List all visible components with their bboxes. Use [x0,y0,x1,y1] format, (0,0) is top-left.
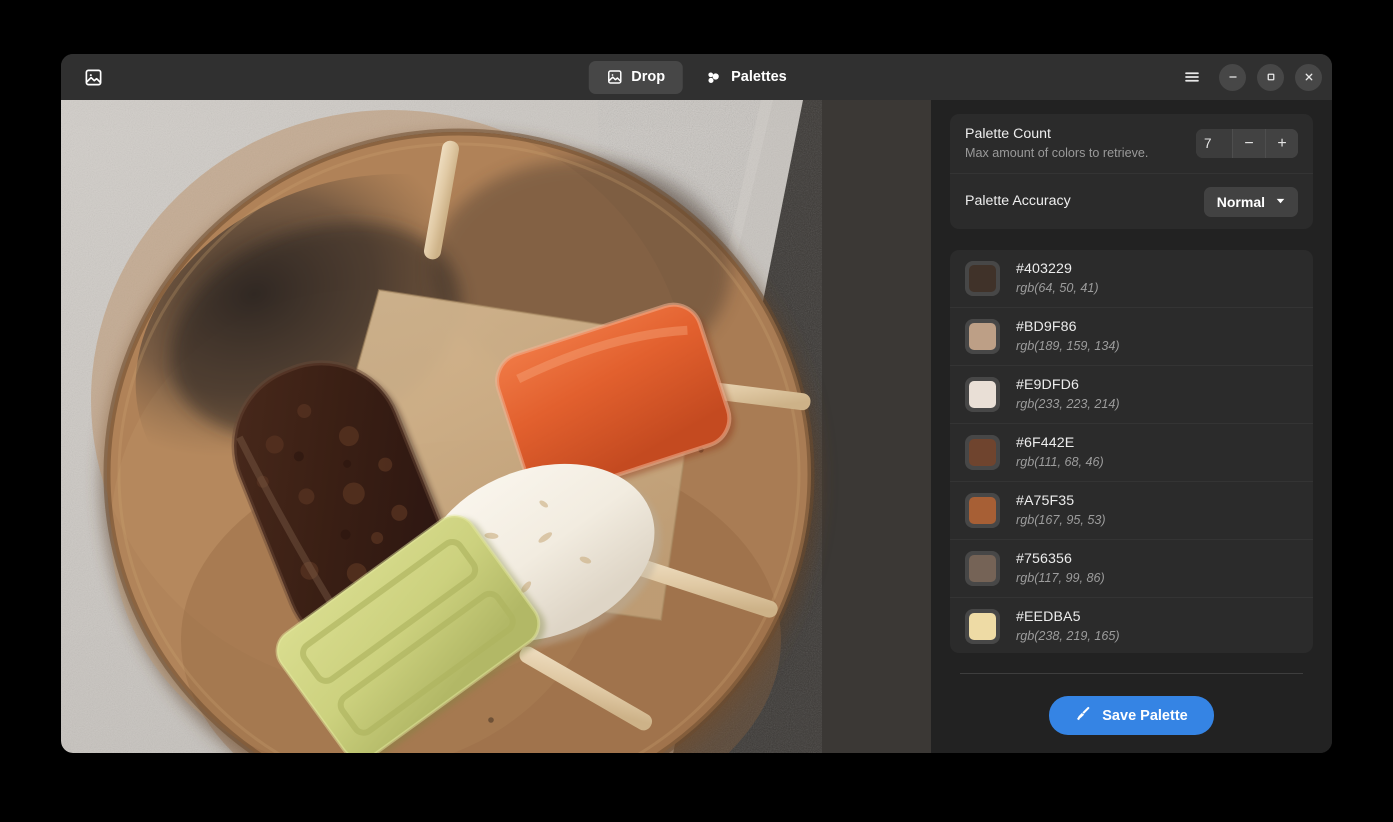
image-icon [606,69,622,85]
color-info: #6F442E rgb(111, 68, 46) [1016,434,1104,471]
save-palette-button[interactable]: Save Palette [1049,696,1214,735]
minimize-button[interactable] [1219,63,1246,91]
color-swatch-ring [965,434,1000,470]
color-row[interactable]: #403229 rgb(64, 50, 41) [950,250,1313,307]
color-swatch-ring [965,318,1000,354]
color-rgb-label: rgb(238, 219, 165) [1016,628,1120,643]
tab-palettes[interactable]: Palettes [687,61,805,94]
save-button-container: Save Palette [950,674,1313,735]
close-button[interactable] [1295,63,1322,91]
color-hex-label: #EEDBA5 [1016,608,1081,625]
color-swatch [969,322,996,350]
color-rgb-label: rgb(64, 50, 41) [1016,280,1099,295]
color-hex-label: #BD9F86 [1016,318,1077,335]
save-palette-label: Save Palette [1102,707,1188,724]
tab-palettes-label: Palettes [731,69,787,85]
palette-count-row: Palette Count Max amount of colors to re… [950,114,1313,173]
palette-accuracy-text: Palette Accuracy [965,192,1204,211]
color-hex-label: #756356 [1016,550,1072,567]
color-hex-label: #A75F35 [1016,492,1075,509]
color-rgb-label: rgb(167, 95, 53) [1016,512,1106,527]
color-swatch [969,554,996,582]
color-rgb-label: rgb(111, 68, 46) [1016,454,1104,469]
app-window: Drop Palettes Palette Count Max amount o… [61,54,1332,753]
palette-sidebar: Palette Count Max amount of colors to re… [931,100,1332,753]
color-info: #EEDBA5 rgb(238, 219, 165) [1016,608,1120,645]
color-swatch [969,264,996,292]
hamburger-menu-icon[interactable] [1179,64,1205,90]
color-row[interactable]: #756356 rgb(117, 99, 86) [950,538,1313,597]
sidebar-footer: Save Palette [950,653,1313,753]
color-list: #403229 rgb(64, 50, 41) #BD9F86 rgb(189, 15… [950,249,1313,653]
color-info: #403229 rgb(64, 50, 41) [1016,260,1099,297]
ice-cream-bars-photo [61,100,931,753]
color-swatch-ring [965,550,1000,586]
window-controls [1179,63,1322,91]
color-rgb-label: rgb(117, 99, 86) [1016,570,1105,585]
color-row[interactable]: #BD9F86 rgb(189, 159, 134) [950,306,1313,365]
titlebar: Drop Palettes [61,54,1332,100]
color-swatch [969,612,996,640]
tab-drop-label: Drop [631,69,666,85]
color-hex-label: #E9DFD6 [1016,376,1079,393]
palette-count-text: Palette Count Max amount of colors to re… [965,125,1196,162]
tab-drop[interactable]: Drop [588,60,684,94]
maximize-button[interactable] [1257,63,1284,91]
color-swatch-ring [965,492,1000,528]
color-row[interactable]: #E9DFD6 rgb(233, 223, 214) [950,364,1313,423]
color-swatch [969,496,996,524]
color-info: #A75F35 rgb(167, 95, 53) [1016,492,1106,529]
palette-count-decrement-button[interactable]: − [1232,129,1265,158]
paintbrush-icon [1075,705,1092,726]
color-hex-label: #6F442E [1016,434,1075,451]
settings-card: Palette Count Max amount of colors to re… [950,114,1313,229]
color-hex-label: #403229 [1016,260,1072,277]
chevron-down-icon [1274,194,1287,210]
color-info: #E9DFD6 rgb(233, 223, 214) [1016,376,1120,413]
palette-count-subtitle: Max amount of colors to retrieve. [965,146,1149,160]
color-rgb-label: rgb(233, 223, 214) [1016,396,1120,411]
palette-count-stepper[interactable]: − + [1196,129,1298,158]
palette-circles-icon [705,69,722,86]
tab-bar: Drop Palettes [588,60,805,94]
color-swatch [969,438,996,466]
color-info: #756356 rgb(117, 99, 86) [1016,550,1105,587]
palette-accuracy-value: Normal [1216,193,1265,210]
color-swatch-ring [965,608,1000,644]
color-row[interactable]: #EEDBA5 rgb(238, 219, 165) [950,596,1313,653]
palette-count-title: Palette Count [965,126,1051,142]
image-drop-area[interactable] [61,100,931,753]
color-swatch [969,380,996,408]
palette-count-input[interactable] [1196,129,1232,158]
window-body: Palette Count Max amount of colors to re… [61,100,1332,753]
palette-count-increment-button[interactable]: + [1265,129,1298,158]
palette-accuracy-row: Palette Accuracy Normal [950,173,1313,229]
palette-accuracy-title: Palette Accuracy [965,193,1071,209]
color-row[interactable]: #6F442E rgb(111, 68, 46) [950,422,1313,481]
image-icon [82,66,104,88]
color-swatch-ring [965,376,1000,412]
color-swatch-ring [965,260,1000,296]
color-info: #BD9F86 rgb(189, 159, 134) [1016,318,1120,355]
palette-accuracy-dropdown[interactable]: Normal [1203,186,1298,217]
color-row[interactable]: #A75F35 rgb(167, 95, 53) [950,480,1313,539]
color-rgb-label: rgb(189, 159, 134) [1016,338,1120,353]
